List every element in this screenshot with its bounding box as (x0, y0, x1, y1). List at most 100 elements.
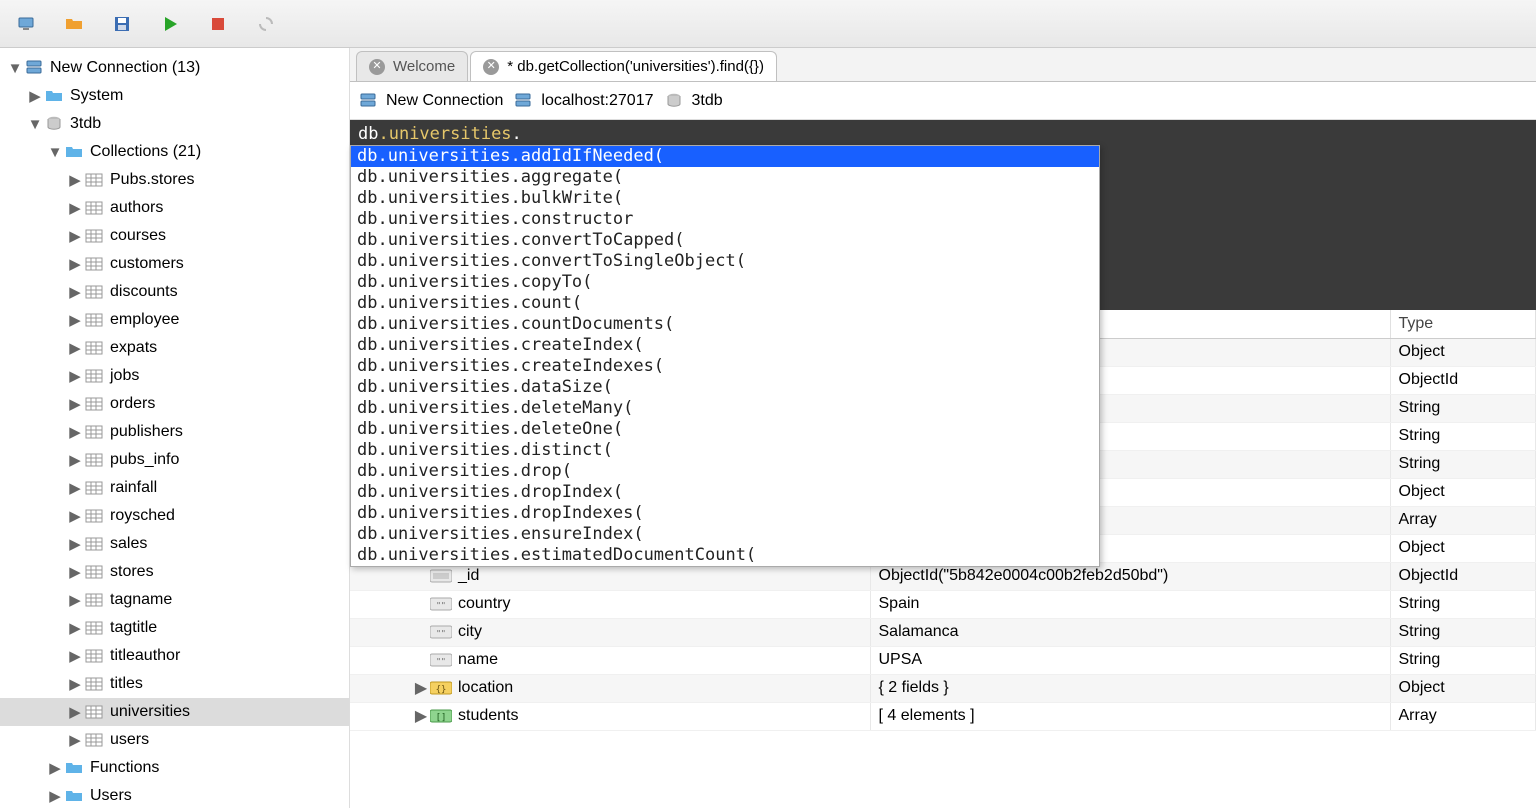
collection-item-label: authors (110, 199, 163, 217)
result-row[interactable]: countrySpainString (350, 590, 1536, 618)
database-icon (664, 91, 684, 111)
autocomplete-item[interactable]: db.universities.aggregate( (351, 167, 1099, 188)
editor-token-coll: .universities (378, 124, 511, 144)
type-icon (430, 680, 452, 696)
autocomplete-item[interactable]: db.universities.dropIndexes( (351, 503, 1099, 524)
tree-system[interactable]: ▶ System (0, 82, 349, 110)
autocomplete-item[interactable]: db.universities.copyTo( (351, 272, 1099, 293)
chevron-right-icon: ▶ (68, 341, 82, 355)
chevron-down-icon: ▼ (8, 61, 22, 75)
collection-item[interactable]: ▶roysched (0, 502, 349, 530)
result-row[interactable]: nameUPSAString (350, 646, 1536, 674)
autocomplete-item[interactable]: db.universities.dropIndex( (351, 482, 1099, 503)
autocomplete-popup[interactable]: db.universities.addIdIfNeeded(db.univers… (350, 145, 1100, 567)
grid-icon (84, 367, 104, 385)
autocomplete-item[interactable]: db.universities.convertToCapped( (351, 230, 1099, 251)
result-key: location (458, 679, 513, 697)
collection-item[interactable]: ▶employee (0, 306, 349, 334)
collection-item[interactable]: ▶tagname (0, 586, 349, 614)
collection-item[interactable]: ▶universities (0, 698, 349, 726)
collection-item[interactable]: ▶jobs (0, 362, 349, 390)
tab-query[interactable]: ✕ * db.getCollection('universities').fin… (470, 51, 777, 81)
autocomplete-item[interactable]: db.universities.convertToSingleObject( (351, 251, 1099, 272)
result-row[interactable]: ▶location{ 2 fields }Object (350, 674, 1536, 702)
connection-host[interactable]: localhost:27017 (513, 91, 653, 111)
tree-functions[interactable]: ▶ Functions (0, 754, 349, 782)
grid-icon (84, 171, 104, 189)
tree-db[interactable]: ▼ 3tdb (0, 110, 349, 138)
autocomplete-item[interactable]: db.universities.deleteOne( (351, 419, 1099, 440)
grid-icon (84, 675, 104, 693)
collection-item[interactable]: ▶courses (0, 222, 349, 250)
autocomplete-item[interactable]: db.universities.estimatedDocumentCount( (351, 545, 1099, 566)
collection-item[interactable]: ▶pubs_info (0, 446, 349, 474)
autocomplete-item[interactable]: db.universities.distinct( (351, 440, 1099, 461)
collection-item[interactable]: ▶titleauthor (0, 642, 349, 670)
computer-icon[interactable] (12, 10, 40, 38)
tree-users[interactable]: ▶ Users (0, 782, 349, 808)
autocomplete-item[interactable]: db.universities.constructor (351, 209, 1099, 230)
expand-icon[interactable]: ▶ (414, 706, 428, 726)
collection-item[interactable]: ▶stores (0, 558, 349, 586)
close-icon[interactable]: ✕ (369, 59, 385, 75)
autocomplete-item[interactable]: db.universities.drop( (351, 461, 1099, 482)
collection-item[interactable]: ▶tagtitle (0, 614, 349, 642)
collection-item[interactable]: ▶publishers (0, 418, 349, 446)
collection-item[interactable]: ▶titles (0, 670, 349, 698)
chevron-right-icon: ▶ (48, 789, 62, 803)
result-row[interactable]: ▶students[ 4 elements ]Array (350, 702, 1536, 730)
tree-collections[interactable]: ▼ Collections (21) (0, 138, 349, 166)
result-type: Object (1390, 674, 1536, 702)
type-icon (430, 596, 452, 612)
autocomplete-item[interactable]: db.universities.bulkWrite( (351, 188, 1099, 209)
connection-name[interactable]: New Connection (358, 91, 503, 111)
run-icon[interactable] (156, 10, 184, 38)
grid-icon (84, 227, 104, 245)
tree-db-label: 3tdb (70, 115, 101, 133)
chevron-right-icon: ▶ (68, 565, 82, 579)
expand-icon[interactable]: ▶ (414, 678, 428, 698)
collection-item-label: titles (110, 675, 143, 693)
sync-icon[interactable] (252, 10, 280, 38)
collection-item[interactable]: ▶sales (0, 530, 349, 558)
collection-item-label: orders (110, 395, 155, 413)
autocomplete-item[interactable]: db.universities.dataSize( (351, 377, 1099, 398)
chevron-right-icon: ▶ (68, 173, 82, 187)
type-icon (430, 568, 452, 584)
autocomplete-item[interactable]: db.universities.count( (351, 293, 1099, 314)
chevron-right-icon: ▶ (68, 733, 82, 747)
collection-item[interactable]: ▶orders (0, 390, 349, 418)
folder-open-icon[interactable] (60, 10, 88, 38)
autocomplete-item[interactable]: db.universities.ensureIndex( (351, 524, 1099, 545)
tab-welcome[interactable]: ✕ Welcome (356, 51, 468, 81)
collection-item[interactable]: ▶customers (0, 250, 349, 278)
tree-collections-label: Collections (21) (90, 143, 201, 161)
stop-icon[interactable] (204, 10, 232, 38)
autocomplete-item[interactable]: db.universities.createIndex( (351, 335, 1099, 356)
collection-item[interactable]: ▶discounts (0, 278, 349, 306)
result-type: String (1390, 618, 1536, 646)
collection-item-label: publishers (110, 423, 183, 441)
connection-db[interactable]: 3tdb (664, 91, 723, 111)
grid-icon (84, 395, 104, 413)
collection-item[interactable]: ▶authors (0, 194, 349, 222)
collection-item[interactable]: ▶ Pubs.stores (0, 166, 349, 194)
result-row[interactable]: citySalamancaString (350, 618, 1536, 646)
col-type[interactable]: Type (1390, 310, 1536, 338)
close-icon[interactable]: ✕ (483, 59, 499, 75)
collection-item[interactable]: ▶expats (0, 334, 349, 362)
collection-item[interactable]: ▶users (0, 726, 349, 754)
tree-connection[interactable]: ▼ New Connection (13) (0, 54, 349, 82)
collection-item-label: Pubs.stores (110, 171, 194, 189)
query-editor[interactable]: db.universities. db.universities.addIdIf… (350, 120, 1536, 310)
autocomplete-item[interactable]: db.universities.deleteMany( (351, 398, 1099, 419)
collection-item[interactable]: ▶rainfall (0, 474, 349, 502)
save-icon[interactable] (108, 10, 136, 38)
chevron-right-icon: ▶ (68, 257, 82, 271)
chevron-right-icon: ▶ (68, 453, 82, 467)
collection-item-label: discounts (110, 283, 178, 301)
autocomplete-item[interactable]: db.universities.countDocuments( (351, 314, 1099, 335)
autocomplete-item[interactable]: db.universities.createIndexes( (351, 356, 1099, 377)
autocomplete-item[interactable]: db.universities.addIdIfNeeded( (351, 146, 1099, 167)
result-type: ObjectId (1390, 366, 1536, 394)
